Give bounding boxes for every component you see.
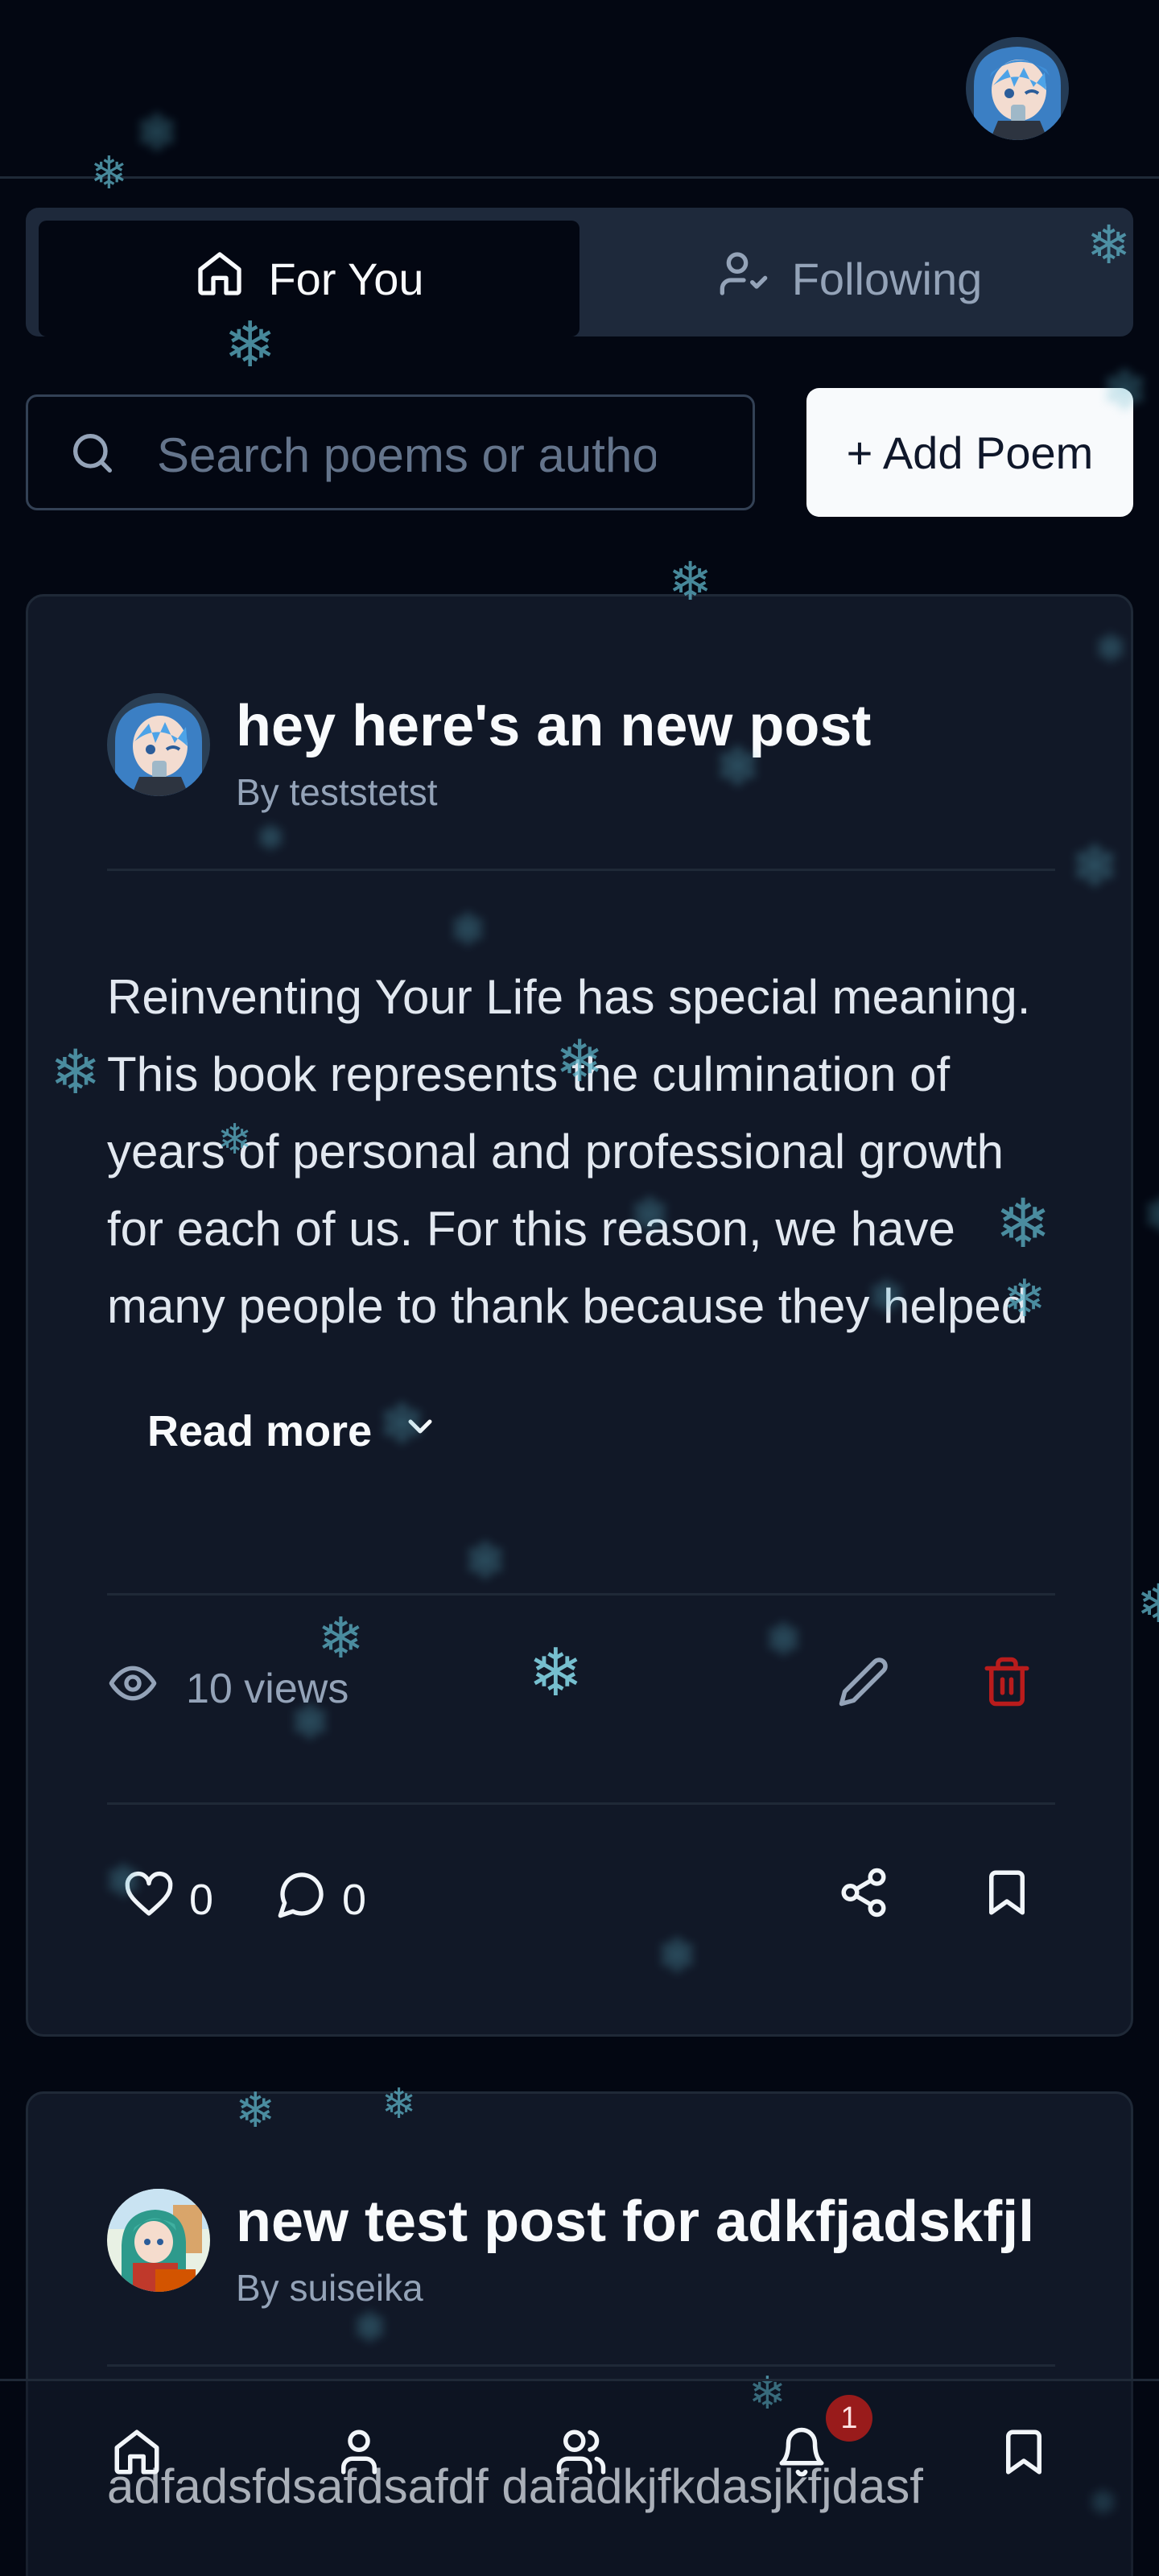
app-page: For You Following + Add Poem — [0, 0, 1159, 2576]
post-author[interactable]: By teststetst — [236, 770, 438, 814]
comment-icon — [276, 1868, 328, 1930]
snowflake-icon: ❄ — [1143, 1191, 1159, 1240]
eye-icon — [107, 1657, 159, 1719]
bell-icon — [775, 2425, 828, 2483]
snowflake-icon: ❄ — [1136, 1573, 1159, 1635]
divider — [107, 869, 1055, 871]
search-box — [26, 394, 755, 510]
edit-button[interactable] — [831, 1651, 896, 1715]
user-icon — [332, 2425, 386, 2483]
comment-count: 0 — [342, 1875, 367, 1924]
tab-for-you-label: For You — [268, 253, 424, 304]
share-icon — [837, 1866, 890, 1923]
delete-button[interactable] — [975, 1651, 1039, 1715]
post-title[interactable]: new test post for adkfjadskfjl — [236, 2189, 1034, 2255]
view-count-label: 10 views — [186, 1665, 349, 1712]
comment-button[interactable]: 0 — [276, 1868, 366, 1930]
search-input[interactable] — [157, 416, 656, 493]
tab-following[interactable]: Following — [580, 221, 1120, 336]
nav-community[interactable] — [549, 2421, 613, 2486]
post-title[interactable]: hey here's an new post — [236, 693, 871, 759]
like-button[interactable]: 0 — [123, 1868, 213, 1930]
post-author[interactable]: By suiseika — [236, 2266, 423, 2310]
view-count: 10 views — [107, 1657, 349, 1719]
user-check-icon — [718, 248, 769, 310]
home-icon — [194, 248, 245, 310]
bookmark-button[interactable] — [975, 1862, 1039, 1926]
pencil-icon — [837, 1655, 890, 1712]
bookmark-icon — [997, 2425, 1050, 2483]
post-actions: 0 0 — [107, 1844, 1055, 1941]
author-avatar[interactable] — [107, 2189, 210, 2292]
read-more-button[interactable]: Read more — [147, 1406, 439, 1456]
chevron-down-icon — [401, 1406, 439, 1456]
nav-profile[interactable] — [327, 2421, 391, 2486]
users-icon — [555, 2425, 608, 2483]
post-body: Reinventing Your Life has special meanin… — [107, 970, 1031, 1333]
bookmark-icon — [980, 1866, 1033, 1923]
add-poem-button[interactable]: + Add Poem — [806, 388, 1133, 517]
post-stats: 10 views — [107, 1635, 1055, 1732]
tab-for-you[interactable]: For You — [39, 221, 580, 336]
divider — [107, 2364, 1055, 2367]
trash-icon — [980, 1655, 1033, 1712]
bottom-nav — [0, 2379, 1159, 2576]
tab-following-label: Following — [791, 253, 983, 304]
user-avatar[interactable] — [966, 37, 1069, 140]
nav-bookmarks[interactable] — [992, 2421, 1056, 2486]
read-more-label: Read more — [147, 1407, 373, 1455]
top-header — [0, 0, 1159, 179]
notification-badge: 1 — [826, 2395, 872, 2442]
like-count: 0 — [189, 1875, 214, 1924]
post-card: hey here's an new post By teststetst Rei… — [26, 594, 1133, 2037]
heart-icon — [123, 1868, 175, 1930]
feed-tabs: For You Following — [26, 208, 1133, 336]
nav-home[interactable] — [105, 2421, 169, 2486]
home-icon — [110, 2425, 163, 2483]
share-button[interactable] — [831, 1862, 896, 1926]
divider — [107, 1593, 1055, 1596]
divider — [107, 1802, 1055, 1805]
author-avatar[interactable] — [107, 693, 210, 796]
nav-notifications[interactable] — [769, 2421, 834, 2486]
